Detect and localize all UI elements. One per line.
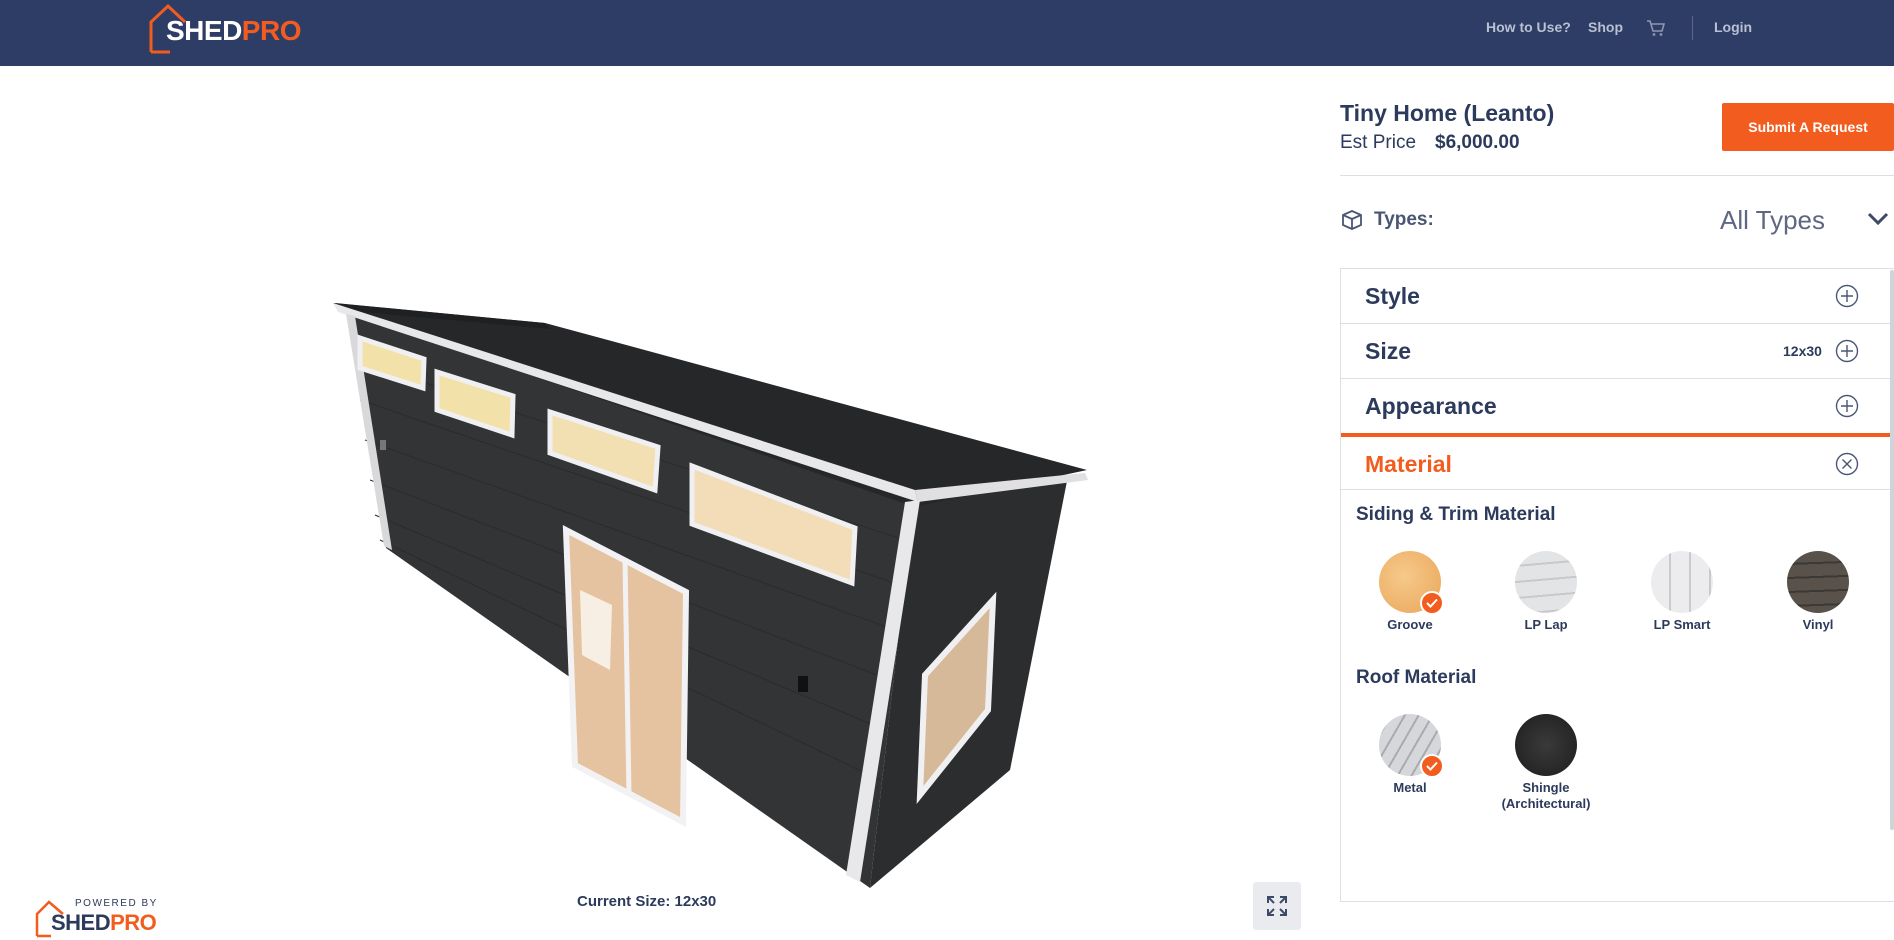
close-circle-icon[interactable] bbox=[1835, 452, 1859, 476]
submit-request-button[interactable]: Submit A Request bbox=[1722, 103, 1894, 151]
accordion-label: Appearance bbox=[1365, 393, 1497, 419]
swatch-lp-lap[interactable]: LP Lap bbox=[1491, 551, 1601, 633]
roof-material-title: Roof Material bbox=[1356, 667, 1477, 688]
product-title: Tiny Home (Leanto) bbox=[1340, 100, 1555, 126]
nav-how-to-use[interactable]: How to Use? bbox=[1486, 0, 1571, 55]
accordion-size[interactable]: Size 12x30 bbox=[1341, 324, 1894, 379]
panel-scrollbar[interactable] bbox=[1890, 270, 1894, 830]
vinyl-texture bbox=[1787, 551, 1849, 613]
plus-circle-icon[interactable] bbox=[1835, 284, 1859, 308]
nav-shop[interactable]: Shop bbox=[1588, 0, 1623, 55]
swatch-label: LP Lap bbox=[1524, 617, 1568, 632]
swatch-label: Shingle (Architectural) bbox=[1501, 780, 1591, 811]
swatch-metal[interactable]: Metal bbox=[1355, 714, 1465, 796]
swatch-label: LP Smart bbox=[1653, 617, 1711, 632]
3d-viewer[interactable]: Current Size: 12x30 POWERED BY SHEDPRO bbox=[0, 70, 1320, 938]
siding-trim-title: Siding & Trim Material bbox=[1356, 504, 1556, 525]
est-price-label: Est Price bbox=[1340, 132, 1417, 153]
est-price-value: $6,000.00 bbox=[1435, 132, 1520, 153]
expand-icon bbox=[1267, 896, 1287, 916]
swatch-label: Groove bbox=[1387, 617, 1433, 632]
types-dropdown[interactable]: All Types bbox=[1720, 205, 1825, 236]
powered-by-logo[interactable]: POWERED BY SHEDPRO bbox=[33, 896, 168, 940]
config-panel: Tiny Home (Leanto) Est Price $6,000.00 S… bbox=[1340, 70, 1894, 902]
top-navbar: SHEDPRO How to Use? Shop Login bbox=[0, 0, 1894, 66]
types-label: Types: bbox=[1374, 209, 1434, 230]
powered-logo-text: SHEDPRO bbox=[51, 910, 157, 935]
nav-login[interactable]: Login bbox=[1714, 0, 1752, 55]
accordion-style[interactable]: Style bbox=[1341, 269, 1894, 324]
nav-divider bbox=[1692, 16, 1693, 40]
accordion-label: Material bbox=[1365, 451, 1452, 477]
swatch-label: Metal bbox=[1393, 780, 1427, 795]
lp-smart-texture bbox=[1651, 551, 1713, 613]
swatch-label: Vinyl bbox=[1802, 617, 1834, 632]
shingle-texture bbox=[1515, 714, 1577, 776]
box-icon bbox=[1342, 210, 1362, 230]
logo-text: SHEDPRO bbox=[166, 15, 301, 46]
shedpro-logo[interactable]: SHEDPRO bbox=[148, 2, 318, 54]
plus-circle-icon[interactable] bbox=[1835, 394, 1859, 418]
swatch-vinyl[interactable]: Vinyl bbox=[1763, 551, 1873, 633]
selected-check-icon bbox=[1420, 591, 1444, 615]
cart-icon[interactable] bbox=[1646, 0, 1666, 55]
accordion-appearance[interactable]: Appearance bbox=[1341, 379, 1894, 434]
size-value: 12x30 bbox=[1783, 343, 1822, 359]
swatch-groove[interactable]: Groove bbox=[1355, 551, 1465, 633]
lp-lap-texture bbox=[1515, 551, 1577, 613]
selected-check-icon bbox=[1420, 754, 1444, 778]
swatch-shingle[interactable]: Shingle (Architectural) bbox=[1491, 714, 1601, 812]
powered-by-text: POWERED BY bbox=[75, 898, 158, 909]
fullscreen-button[interactable] bbox=[1253, 882, 1301, 930]
swatch-lp-smart[interactable]: LP Smart bbox=[1627, 551, 1737, 633]
divider bbox=[1340, 175, 1894, 176]
accordion-material[interactable]: Material bbox=[1341, 433, 1894, 490]
options-accordion: Style Size 12x30 Appearance Material Sid… bbox=[1340, 268, 1894, 902]
shed-3d-model[interactable] bbox=[0, 70, 1320, 902]
accordion-label: Style bbox=[1365, 283, 1420, 309]
chevron-down-icon[interactable] bbox=[1867, 212, 1889, 226]
plus-circle-icon[interactable] bbox=[1835, 339, 1859, 363]
accordion-label: Size bbox=[1365, 338, 1412, 364]
